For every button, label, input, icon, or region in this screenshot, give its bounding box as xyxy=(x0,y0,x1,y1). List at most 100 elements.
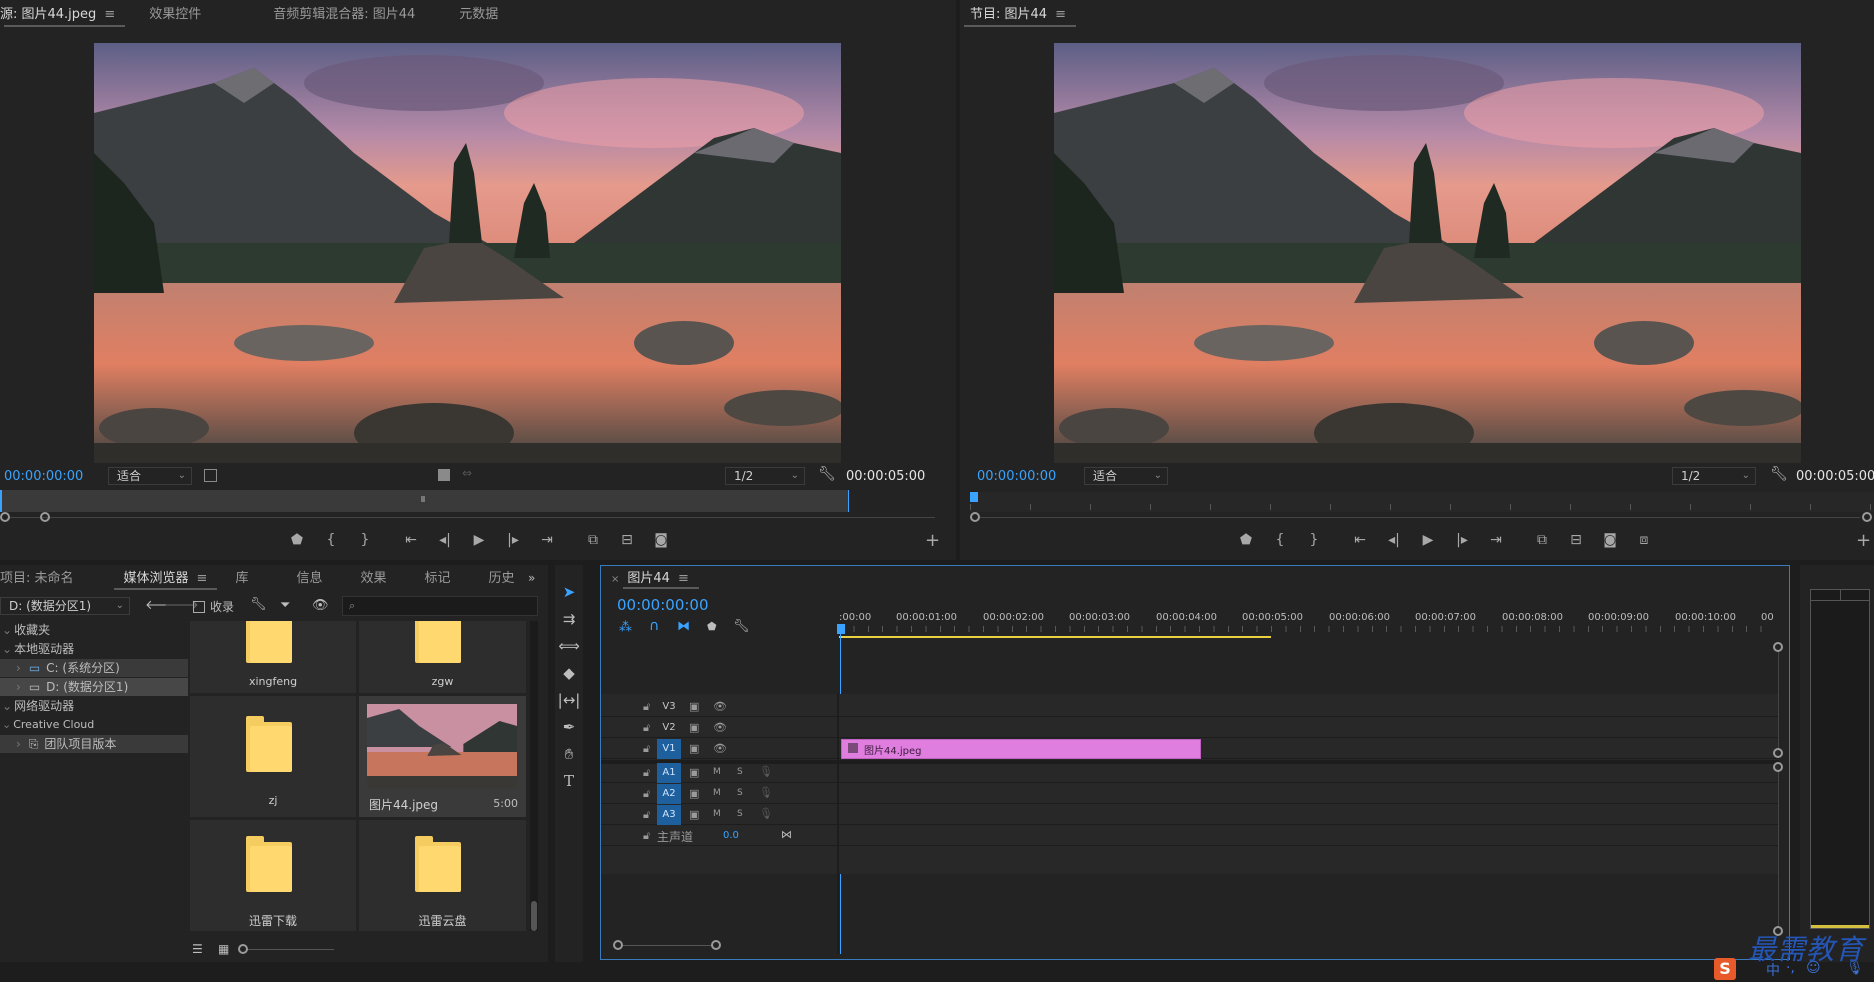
go-to-out-icon[interactable]: ⇥ xyxy=(530,532,564,548)
list-view-icon[interactable]: ☰ xyxy=(192,942,203,956)
timeline-zoom-bar[interactable] xyxy=(613,938,723,952)
pen-tool-icon[interactable]: ✒ xyxy=(557,718,581,736)
program-zoom-end-handle[interactable] xyxy=(1862,512,1872,522)
hand-tool-icon[interactable]: ✋︎ xyxy=(557,745,581,763)
grid-item-folder[interactable]: 迅雷云盘 xyxy=(359,820,526,931)
solo-button[interactable]: S xyxy=(737,809,743,819)
source-zoom-end-handle[interactable] xyxy=(40,512,50,522)
lock-icon[interactable]: 🔓︎ xyxy=(643,766,650,780)
grid-item-folder[interactable]: 迅雷下载 xyxy=(190,820,356,931)
eye-icon[interactable]: 👁︎ xyxy=(713,700,727,713)
add-marker-icon[interactable]: ⬟ xyxy=(280,532,314,548)
eye-icon[interactable]: 👁︎ xyxy=(713,721,727,734)
tree-creative-cloud[interactable]: ⌄ Creative Cloud xyxy=(0,716,188,734)
timeline-settings-wrench-icon[interactable]: 🔧︎ xyxy=(733,619,750,634)
audio-track-a3[interactable]: 🔓︎ A3 ▣ M S 🎙︎ xyxy=(601,805,1779,825)
nest-toggle-icon[interactable]: ⁂ xyxy=(619,620,632,635)
sync-lock-icon[interactable]: ▣ xyxy=(689,700,699,713)
program-fit-dropdown[interactable]: 适合 ⌄ xyxy=(1084,467,1168,485)
program-timecode-current[interactable]: 00:00:00:00 xyxy=(977,469,1056,484)
drive-select[interactable]: D: (数据分区1) ⌄ xyxy=(0,597,130,615)
grid-scroll-thumb[interactable] xyxy=(531,901,537,931)
video-track-v3[interactable]: 🔓︎ V3 ▣ 👁︎ xyxy=(601,697,1779,717)
panel-menu-icon[interactable]: ≡ xyxy=(104,7,115,22)
timeline-clip[interactable]: 图片44.jpeg xyxy=(841,739,1201,759)
lock-icon[interactable]: 🔓︎ xyxy=(643,787,650,801)
program-zoom-bar[interactable] xyxy=(970,510,1874,524)
zoom-slider[interactable] xyxy=(238,942,334,956)
filter-icon[interactable]: ⏷ xyxy=(280,598,290,613)
tab-history[interactable]: 历史 xyxy=(475,565,515,593)
extract-icon[interactable]: ⊟ xyxy=(1559,532,1593,548)
insert-icon[interactable]: ⧉ xyxy=(576,532,610,548)
timeline-zoom-start-handle[interactable] xyxy=(613,940,623,950)
snap-icon[interactable]: ∩ xyxy=(649,618,659,634)
play-icon[interactable]: ▶ xyxy=(462,532,496,548)
source-settings-wrench-icon[interactable]: 🔧︎ xyxy=(818,466,836,482)
mark-out-icon[interactable]: } xyxy=(1297,532,1331,548)
search-field[interactable] xyxy=(363,598,533,614)
tab-program[interactable]: 节目: 图片44 ≡ xyxy=(960,0,1080,30)
sync-lock-icon[interactable]: ▣ xyxy=(689,808,699,821)
master-track[interactable]: 🔓︎ 主声道 0.0 ⋈ xyxy=(601,826,1779,846)
ripple-edit-tool-icon[interactable]: ⟺ xyxy=(557,637,581,655)
program-button-editor-icon[interactable]: + xyxy=(1856,530,1871,551)
mark-in-icon[interactable]: { xyxy=(1263,532,1297,548)
voiceover-mic-icon[interactable]: 🎙︎ xyxy=(759,807,773,820)
track-target-a1[interactable]: A1 xyxy=(657,763,681,783)
export-frame-icon[interactable]: ◙ xyxy=(1593,532,1627,548)
export-frame-icon[interactable]: ◙ xyxy=(644,532,678,548)
source-timecode-current[interactable]: 00:00:00:00 xyxy=(4,469,83,484)
grid-item-image[interactable]: 图片44.jpeg 5:00 xyxy=(359,696,526,817)
panel-menu-icon[interactable]: ≡ xyxy=(678,571,689,586)
solo-button[interactable]: S xyxy=(737,767,743,777)
timeline-zoom-end-handle[interactable] xyxy=(711,940,721,950)
tab-effects[interactable]: 效果 xyxy=(346,565,400,593)
mark-in-icon[interactable]: { xyxy=(314,532,348,548)
panel-menu-icon[interactable]: ≡ xyxy=(1055,7,1066,22)
track-target-a3[interactable]: A3 xyxy=(657,805,681,825)
lock-icon[interactable]: 🔓︎ xyxy=(643,700,650,714)
solo-button[interactable]: S xyxy=(737,788,743,798)
step-back-icon[interactable]: ◂| xyxy=(1377,532,1411,548)
voiceover-mic-icon[interactable]: 🎙︎ xyxy=(759,786,773,799)
source-time-ruler[interactable] xyxy=(0,490,849,512)
audio-scroll-top-handle[interactable] xyxy=(1773,762,1783,772)
mute-button[interactable]: M xyxy=(713,767,721,777)
timeline-playhead-head[interactable] xyxy=(837,624,845,634)
timeline-ruler[interactable]: :00:00 00:00:01:00 00:00:02:00 00:00:03:… xyxy=(837,606,1779,642)
source-button-editor-icon[interactable]: + xyxy=(925,530,940,551)
ingest-checkbox[interactable] xyxy=(193,601,205,613)
source-safe-margins-icon[interactable] xyxy=(204,469,217,482)
add-marker-icon[interactable]: ⬟ xyxy=(1229,532,1263,548)
icon-view-icon[interactable]: ▦ xyxy=(218,942,229,956)
tree-favorites[interactable]: ⌄ 收藏夹 xyxy=(0,621,188,639)
video-scroll-top-handle[interactable] xyxy=(1773,642,1783,652)
tab-effect-controls[interactable]: 效果控件 xyxy=(135,0,215,30)
sync-lock-icon[interactable]: ▣ xyxy=(689,742,699,755)
tab-library[interactable]: 库 xyxy=(221,565,262,593)
go-to-in-icon[interactable]: ⇤ xyxy=(1343,532,1377,548)
grid-item-folder[interactable]: xingfeng xyxy=(190,621,356,693)
view-as-icon[interactable]: 👁︎ xyxy=(312,598,329,613)
go-to-out-icon[interactable]: ⇥ xyxy=(1479,532,1513,548)
tab-sequence[interactable]: 图片44 ≡ xyxy=(619,566,702,592)
tree-local-drives[interactable]: ⌄ 本地驱动器 xyxy=(0,640,188,658)
source-fit-dropdown[interactable]: 适合 ⌄ xyxy=(108,467,192,485)
grid-item-folder[interactable]: zj xyxy=(190,696,356,817)
lock-icon[interactable]: 🔓︎ xyxy=(643,742,650,756)
source-zoom-start-handle[interactable] xyxy=(0,512,10,522)
search-input[interactable]: ⌕ xyxy=(342,596,538,616)
tab-metadata[interactable]: 元数据 xyxy=(445,0,512,30)
track-select-tool-icon[interactable]: ⇉ xyxy=(557,610,581,628)
tab-markers[interactable]: 标记 xyxy=(410,565,464,593)
ingest-settings-wrench-icon[interactable]: 🔧︎ xyxy=(250,597,267,612)
zoom-slider-handle[interactable] xyxy=(238,944,248,954)
audio-track-a2[interactable]: 🔓︎ A2 ▣ M S 🎙︎ xyxy=(601,784,1779,804)
tab-info[interactable]: 信息 xyxy=(282,565,336,593)
tab-audio-clip-mixer[interactable]: 音频剪辑混合器: 图片44 xyxy=(259,0,429,30)
source-overlay-icon[interactable] xyxy=(438,469,450,481)
add-marker-icon[interactable]: ⬟ xyxy=(707,620,717,633)
grid-scrollbar[interactable] xyxy=(530,621,538,931)
source-playhead[interactable] xyxy=(0,490,2,512)
